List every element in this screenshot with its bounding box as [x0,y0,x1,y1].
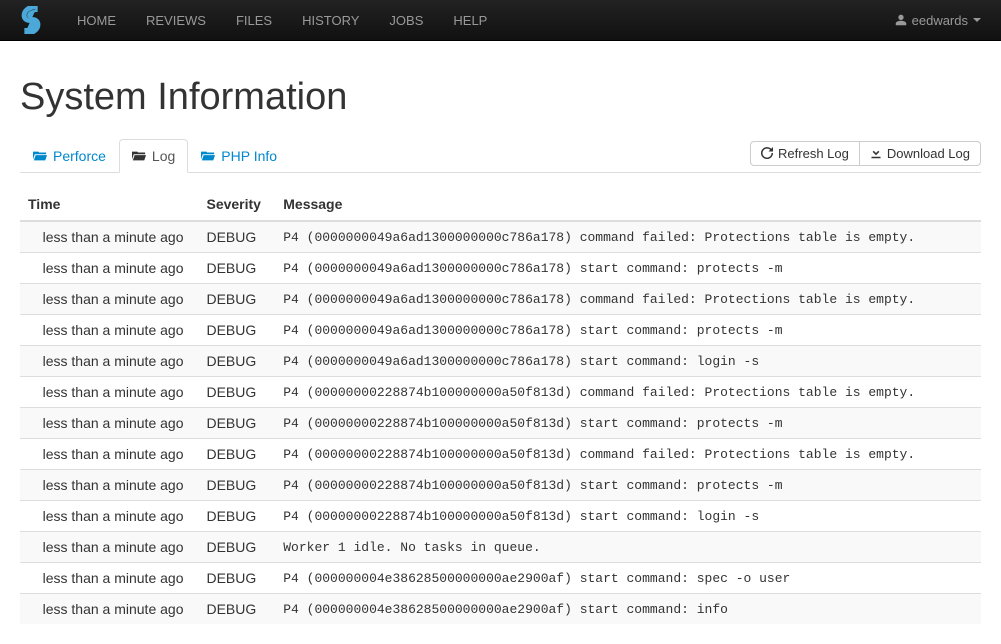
cell-time: less than a minute ago [20,284,198,315]
cell-message: P4 (000000004e38628500000000ae2900af) st… [275,563,981,594]
cell-message: P4 (0000000049a6ad1300000000c786a178) co… [275,221,981,253]
nav-home[interactable]: HOME [62,1,131,40]
cell-message: P4 (0000000049a6ad1300000000c786a178) co… [275,284,981,315]
cell-time: less than a minute ago [20,532,198,563]
cell-time: less than a minute ago [20,221,198,253]
cell-time: less than a minute ago [20,346,198,377]
tabs: Perforce Log PHP Info [20,139,290,172]
cell-message: P4 (00000000228874b100000000a50f813d) st… [275,408,981,439]
main-container: System Information Perforce Log PHP Info… [0,41,1001,644]
cell-severity: DEBUG [198,470,275,501]
swarm-logo-icon [20,6,42,34]
cell-severity: DEBUG [198,346,275,377]
header-message: Message [275,188,981,221]
nav-jobs[interactable]: JOBS [374,1,438,40]
nav-history[interactable]: HISTORY [287,1,374,40]
cell-time: less than a minute ago [20,253,198,284]
user-menu[interactable]: eedwards [895,13,981,28]
user-icon [895,14,907,26]
cell-severity: DEBUG [198,501,275,532]
cell-severity: DEBUG [198,532,275,563]
table-row: less than a minute agoDEBUGP4 (000000004… [20,346,981,377]
cell-severity: DEBUG [198,408,275,439]
download-log-button[interactable]: Download Log [860,141,981,166]
user-name: eedwards [912,13,968,28]
table-row: less than a minute agoDEBUGP4 (000000004… [20,315,981,346]
cell-time: less than a minute ago [20,377,198,408]
nav-reviews[interactable]: REVIEWS [131,1,221,40]
cell-severity: DEBUG [198,253,275,284]
cell-time: less than a minute ago [20,408,198,439]
tab-phpinfo[interactable]: PHP Info [188,139,290,173]
table-row: less than a minute agoDEBUGWorker 1 idle… [20,532,981,563]
cell-message: P4 (00000000228874b100000000a50f813d) st… [275,501,981,532]
header-time: Time [20,188,198,221]
table-row: less than a minute agoDEBUGP4 (000000002… [20,501,981,532]
refresh-log-button[interactable]: Refresh Log [750,141,860,166]
refresh-icon [761,147,773,159]
tab-perforce[interactable]: Perforce [20,139,119,173]
table-row: less than a minute agoDEBUGP4 (000000004… [20,221,981,253]
cell-message: Worker 1 idle. No tasks in queue. [275,532,981,563]
folder-open-icon [201,149,215,163]
cell-time: less than a minute ago [20,315,198,346]
cell-time: less than a minute ago [20,439,198,470]
cell-message: P4 (0000000049a6ad1300000000c786a178) st… [275,315,981,346]
folder-open-icon [132,149,146,163]
table-row: less than a minute agoDEBUGP4 (000000002… [20,439,981,470]
cell-severity: DEBUG [198,439,275,470]
cell-time: less than a minute ago [20,594,198,625]
cell-severity: DEBUG [198,315,275,346]
cell-message: P4 (000000004e38628500000000ae2900af) st… [275,594,981,625]
navbar: HOME REVIEWS FILES HISTORY JOBS HELP eed… [0,0,1001,41]
table-row: less than a minute agoDEBUGP4 (000000002… [20,377,981,408]
table-row: less than a minute agoDEBUGP4 (000000004… [20,253,981,284]
cell-time: less than a minute ago [20,501,198,532]
tabs-row: Perforce Log PHP Info Refresh Log Downlo… [20,139,981,173]
cell-severity: DEBUG [198,377,275,408]
caret-down-icon [973,18,981,22]
nav-files[interactable]: FILES [221,1,287,40]
header-severity: Severity [198,188,275,221]
button-group: Refresh Log Download Log [750,141,981,166]
cell-severity: DEBUG [198,563,275,594]
tab-log[interactable]: Log [119,139,188,173]
brand-logo[interactable] [20,6,42,34]
cell-time: less than a minute ago [20,563,198,594]
table-row: less than a minute agoDEBUGP4 (000000004… [20,284,981,315]
cell-time: less than a minute ago [20,470,198,501]
folder-open-icon [33,149,47,163]
table-header-row: Time Severity Message [20,188,981,221]
cell-message: P4 (00000000228874b100000000a50f813d) co… [275,439,981,470]
cell-severity: DEBUG [198,284,275,315]
download-icon [870,147,882,159]
log-table: Time Severity Message less than a minute… [20,188,981,624]
table-row: less than a minute agoDEBUGP4 (000000004… [20,563,981,594]
nav-help[interactable]: HELP [438,1,502,40]
cell-message: P4 (00000000228874b100000000a50f813d) co… [275,377,981,408]
cell-message: P4 (0000000049a6ad1300000000c786a178) st… [275,253,981,284]
cell-message: P4 (00000000228874b100000000a50f813d) st… [275,470,981,501]
table-row: less than a minute agoDEBUGP4 (000000002… [20,408,981,439]
page-title: System Information [20,76,981,119]
table-row: less than a minute agoDEBUGP4 (000000002… [20,470,981,501]
cell-message: P4 (0000000049a6ad1300000000c786a178) st… [275,346,981,377]
table-row: less than a minute agoDEBUGP4 (000000004… [20,594,981,625]
nav-links: HOME REVIEWS FILES HISTORY JOBS HELP [62,1,895,40]
cell-severity: DEBUG [198,594,275,625]
cell-severity: DEBUG [198,221,275,253]
